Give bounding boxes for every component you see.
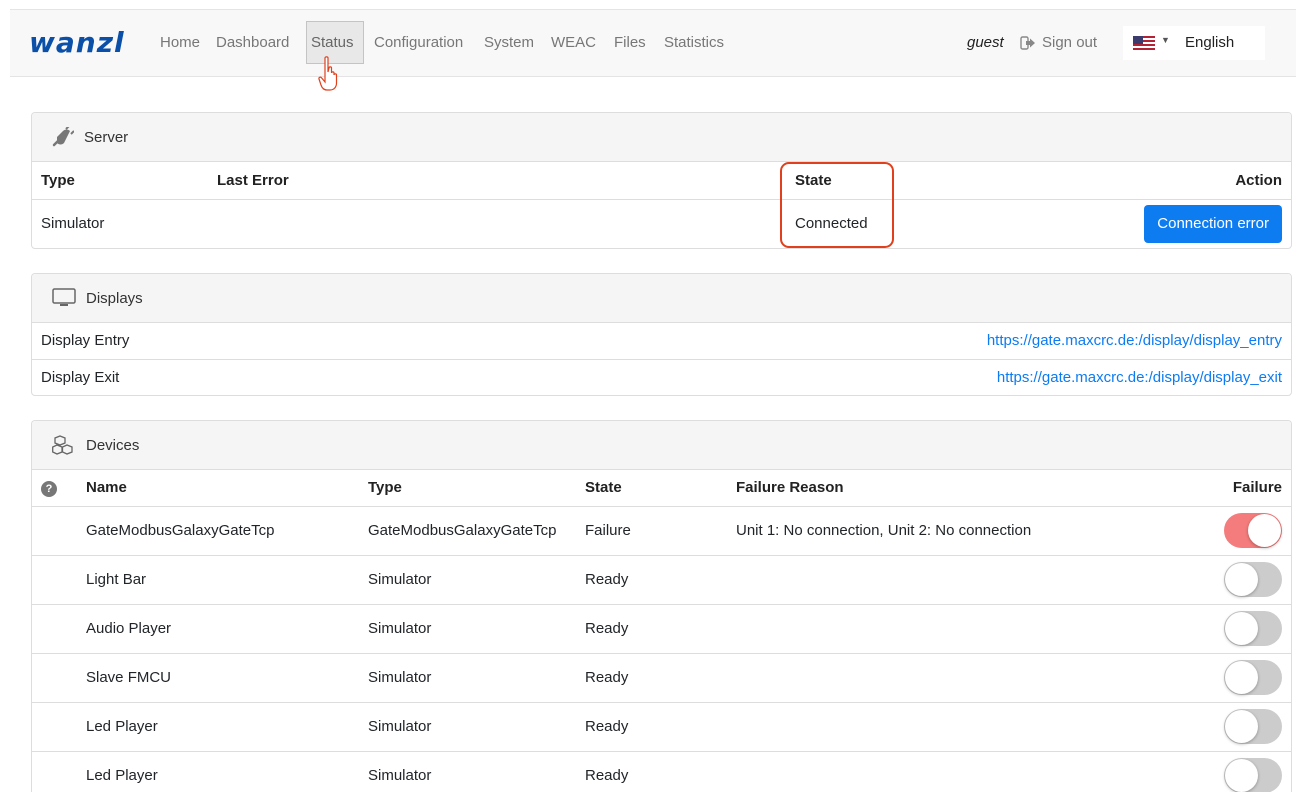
displays-panel: Displays Display Entry https://gate.maxc… (31, 273, 1292, 396)
devices-table: ? Name Type State Failure Reason Failure… (32, 470, 1291, 792)
col-failure-reason: Failure Reason (736, 479, 844, 497)
device-failure-reason (727, 702, 1181, 751)
device-failure-reason (727, 653, 1181, 702)
failure-toggle[interactable] (1224, 611, 1282, 646)
failure-toggle[interactable] (1224, 513, 1282, 548)
toggle-knob (1225, 612, 1258, 645)
devices-panel: Devices ? Name Type State Failure Reason… (31, 420, 1292, 792)
col-last-error: Last Error (217, 171, 289, 189)
server-type: Simulator (41, 215, 105, 233)
device-name: GateModbusGalaxyGateTcp (86, 522, 275, 539)
table-row: Slave FMCU Simulator Ready (32, 653, 1291, 702)
sign-out-icon (1020, 35, 1035, 50)
failure-toggle[interactable] (1224, 758, 1282, 792)
cubes-icon (52, 435, 73, 455)
toggle-knob (1248, 514, 1281, 547)
language-select[interactable]: ▼ English (1123, 26, 1265, 60)
connection-error-button[interactable]: Connection error (1144, 204, 1282, 243)
device-type: Simulator (368, 669, 432, 686)
help-icon[interactable]: ? (41, 480, 57, 497)
plug-icon (52, 127, 74, 147)
chevron-down-icon: ▼ (1161, 35, 1170, 45)
col-name: Name (86, 479, 127, 497)
nav-configuration[interactable]: Configuration (374, 34, 463, 52)
device-type: Simulator (368, 571, 432, 588)
nav-weac[interactable]: WEAC (551, 34, 596, 52)
device-state: Failure (585, 522, 631, 539)
server-panel-header: Server (32, 113, 1291, 162)
col-state: State (585, 479, 622, 497)
device-failure-reason (727, 751, 1181, 792)
nav-dashboard[interactable]: Dashboard (216, 34, 289, 52)
table-row: Display Entry https://gate.maxcrc.de:/di… (32, 323, 1291, 359)
device-name: Audio Player (86, 620, 172, 637)
toggle-knob (1225, 563, 1258, 596)
table-row: Light Bar Simulator Ready (32, 555, 1291, 604)
device-name: Led Player (86, 767, 158, 785)
table-header-row: ? Name Type State Failure Reason Failure (32, 470, 1291, 506)
toggle-knob (1225, 661, 1258, 694)
device-state: Ready (585, 767, 629, 785)
failure-toggle[interactable] (1224, 709, 1282, 744)
server-table: Type Last Error State Action Simulator C… (32, 162, 1291, 248)
monitor-icon (52, 288, 76, 306)
col-action: Action (1235, 171, 1282, 189)
nav-home[interactable]: Home (160, 34, 200, 52)
displays-panel-header: Displays (32, 274, 1291, 323)
pointer-hand-icon (318, 56, 338, 91)
table-row: Led Player Simulator Ready (32, 751, 1291, 792)
device-type: Simulator (368, 620, 432, 637)
device-state: Ready (585, 620, 629, 637)
device-failure-reason (727, 555, 1181, 604)
display-exit-link[interactable]: https://gate.maxcrc.de:/display/display_… (997, 369, 1282, 386)
display-name: Display Entry (41, 332, 130, 350)
table-row: Audio Player Simulator Ready (32, 604, 1291, 653)
toggle-knob (1225, 759, 1258, 792)
server-last-error (208, 199, 786, 248)
device-type: Simulator (368, 718, 432, 735)
wanzl-logo[interactable]: wanzl (29, 29, 125, 57)
toggle-knob (1225, 710, 1258, 743)
col-failure: Failure (1232, 479, 1282, 497)
language-label: English (1185, 34, 1235, 51)
us-flag-icon (1133, 36, 1155, 50)
device-state: Ready (585, 571, 629, 588)
col-type: Type (368, 479, 402, 497)
sign-out-link[interactable]: Sign out (1020, 34, 1097, 51)
col-type: Type (41, 171, 75, 189)
table-row: Display Exit https://gate.maxcrc.de:/dis… (32, 359, 1291, 395)
table-header-row: Type Last Error State Action (32, 162, 1291, 199)
device-name: Led Player (86, 718, 158, 735)
device-name: Slave FMCU (86, 669, 172, 686)
nav-statistics[interactable]: Statistics (664, 34, 724, 52)
device-failure-reason (727, 604, 1181, 653)
device-type: GateModbusGalaxyGateTcp (368, 522, 557, 539)
sign-out-label: Sign out (1042, 34, 1098, 51)
nav-system[interactable]: System (484, 34, 534, 52)
device-failure-reason: Unit 1: No connection, Unit 2: No connec… (736, 522, 1032, 539)
state-highlight-annotation (780, 162, 894, 248)
failure-toggle[interactable] (1224, 660, 1282, 695)
nav-status[interactable]: Status (311, 34, 354, 52)
device-name: Light Bar (86, 571, 147, 588)
display-entry-link[interactable]: https://gate.maxcrc.de:/display/display_… (987, 332, 1282, 349)
displays-table: Display Entry https://gate.maxcrc.de:/di… (32, 323, 1291, 395)
device-state: Ready (585, 669, 629, 686)
display-name: Display Exit (41, 368, 120, 386)
table-row: Led Player Simulator Ready (32, 702, 1291, 751)
device-type: Simulator (368, 767, 432, 785)
table-row: Simulator Connected Connection error (32, 199, 1291, 248)
failure-toggle[interactable] (1224, 562, 1282, 597)
displays-panel-title: Displays (86, 289, 143, 307)
device-state: Ready (585, 718, 629, 735)
devices-panel-title: Devices (86, 436, 140, 454)
table-row: GateModbusGalaxyGateTcp GateModbusGalaxy… (32, 506, 1291, 555)
nav-files[interactable]: Files (614, 34, 646, 52)
top-navbar: wanzl Home Dashboard Status Configuratio… (10, 9, 1296, 91)
server-panel: Server Type Last Error State Action Simu… (31, 112, 1292, 249)
server-panel-title: Server (84, 128, 129, 146)
devices-panel-header: Devices (32, 421, 1291, 470)
user-name: guest (967, 34, 1004, 51)
